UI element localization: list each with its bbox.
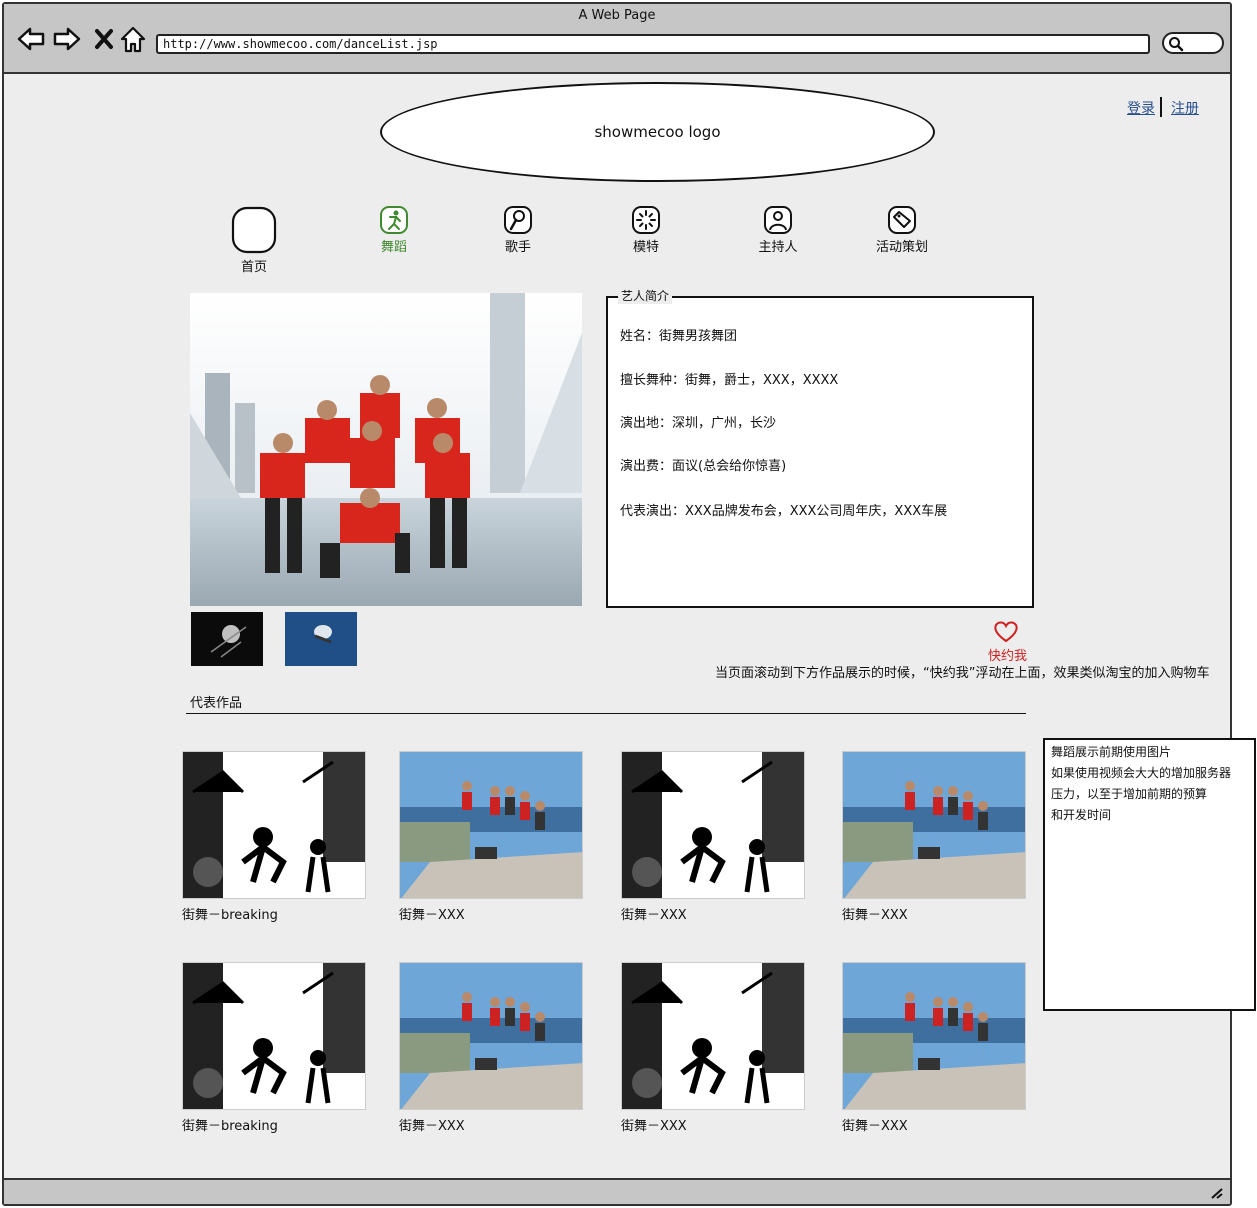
nav-item-dance[interactable]: 舞蹈 [339,205,449,255]
nav-item-model[interactable]: 模特 [591,205,701,255]
model-icon [632,206,660,234]
work-caption: 街舞－XXX [399,908,465,923]
work-caption: 街舞－XXX [621,1119,687,1134]
nav-label-singer: 歌手 [504,240,531,255]
link-divider [1160,97,1162,117]
logo-text: showmecoo logo [594,123,721,141]
intro-name: 姓名：街舞男孩舞团 [620,329,738,344]
nav-label-host: 主持人 [758,240,798,255]
note-line: 舞蹈展示前期使用图片 [1051,745,1172,759]
stop-icon[interactable] [90,24,120,54]
work-caption: 街舞－XXX [621,908,687,923]
work-card[interactable]: 街舞－XXX [621,751,805,923]
home-nav-icon[interactable] [118,24,148,54]
nav-label-home: 首页 [240,260,267,275]
note-line: 压力，以至于增加前期的预算 [1051,787,1208,801]
nav-item-event-planning[interactable]: 活动策划 [847,205,957,255]
work-card[interactable]: 街舞－breaking [182,962,366,1134]
dance-icon [380,206,408,234]
search-icon [1169,37,1184,52]
resize-grip-icon[interactable] [1210,1187,1224,1199]
note-line: 和开发时间 [1051,808,1112,822]
work-card[interactable]: 街舞－XXX [399,962,583,1134]
artist-intro-legend: 艺人简介 [618,287,673,304]
nav-label-model: 模特 [632,240,659,255]
section-divider [186,713,1026,714]
heart-icon[interactable] [992,620,1020,644]
home-icon [231,206,277,254]
work-thumbnail[interactable] [182,962,366,1110]
work-card[interactable]: 街舞－XXX [842,751,1026,923]
works-section-title: 代表作品 [190,696,243,711]
address-bar[interactable]: http://www.showmecoo.com/danceList.jsp [156,34,1150,54]
work-caption: 街舞－XXX [842,908,908,923]
work-caption: 街舞－XXX [842,1119,908,1134]
microphone-icon [504,206,532,234]
nav-label-dance: 舞蹈 [380,240,407,255]
work-thumbnail[interactable] [182,751,366,899]
register-link[interactable]: 注册 [1171,98,1199,118]
browser-toolbar: A Web Page http://www.showmecoo.com/danc… [4,4,1230,74]
annotation-note: 舞蹈展示前期使用图片 如果使用视频会大大的增加服务器 压力，以至于增加前期的预算… [1043,738,1256,1011]
work-thumbnail[interactable] [621,751,805,899]
window-title: A Web Page [578,8,656,23]
intro-dance-styles: 擅长舞种：街舞，爵士，XXX，XXXX [620,373,839,388]
floating-button-annotation: 当页面滚动到下方作品展示的时候，“快约我”浮动在上面，效果类似淘宝的加入购物车 [715,666,1210,681]
artist-main-photo[interactable] [190,293,582,606]
work-card[interactable]: 街舞－XXX [399,751,583,923]
photo-thumbnail[interactable] [191,612,263,666]
host-icon [764,206,792,234]
work-card[interactable]: 街舞－XXX [842,962,1026,1134]
status-bar [4,1178,1230,1204]
forward-arrow-icon[interactable] [52,24,82,54]
intro-fee: 演出费：面议(总会给你惊喜) [620,459,787,474]
work-caption: 街舞－XXX [399,1119,465,1134]
browser-search-field[interactable] [1162,32,1224,54]
work-card[interactable]: 街舞－XXX [621,962,805,1134]
login-link[interactable]: 登录 [1127,98,1155,118]
photo-thumbnail[interactable] [285,612,357,666]
work-thumbnail[interactable] [399,962,583,1110]
work-caption: 街舞－breaking [182,908,278,923]
nav-item-host[interactable]: 主持人 [723,205,833,255]
nav-item-singer[interactable]: 歌手 [463,205,573,255]
work-thumbnail[interactable] [621,962,805,1110]
note-line: 如果使用视频会大大的增加服务器 [1051,766,1232,780]
intro-locations: 演出地：深圳，广州，长沙 [620,416,777,431]
work-thumbnail[interactable] [842,962,1026,1110]
work-thumbnail[interactable] [399,751,583,899]
nav-label-event-planning: 活动策划 [875,240,928,255]
nav-item-home[interactable]: 首页 [199,205,309,275]
work-card[interactable]: 街舞－breaking [182,751,366,923]
site-logo[interactable]: showmecoo logo [380,82,935,182]
intro-representative-shows: 代表演出：XXX品牌发布会，XXX公司周年庆，XXX车展 [620,504,948,519]
back-arrow-icon[interactable] [16,24,46,54]
tag-icon [888,206,916,234]
work-caption: 街舞－breaking [182,1119,278,1134]
work-thumbnail[interactable] [842,751,1026,899]
